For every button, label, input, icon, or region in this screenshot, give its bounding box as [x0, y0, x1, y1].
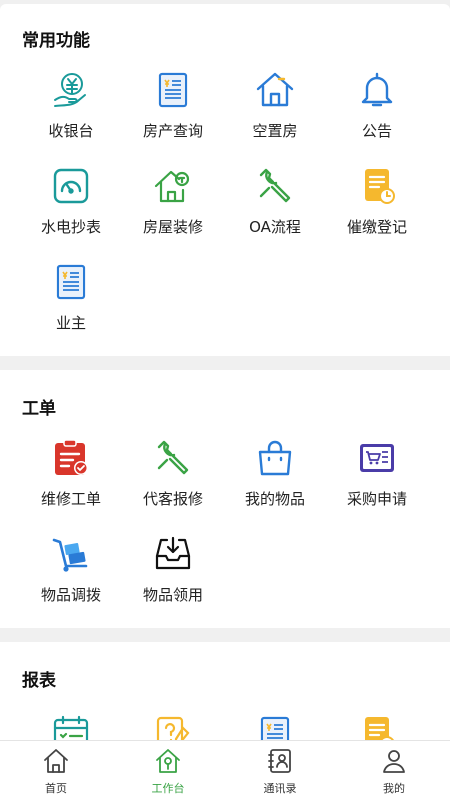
- grid-item-label: 维修工单: [40, 490, 101, 508]
- trolley-icon: [51, 534, 91, 574]
- report-item-question[interactable]: [117, 710, 229, 740]
- workbench-icon: [154, 747, 182, 775]
- question-doc-icon: [153, 714, 193, 740]
- grid-item-label: 公告: [361, 122, 392, 140]
- work-order-section: 工单 维修工单 代客报修 我的物品 采购申请 物品调拨 物品领用: [0, 370, 450, 628]
- home-icon: [42, 747, 70, 775]
- grid-item-label: 空置房: [252, 122, 298, 140]
- grid-item-vacant-house[interactable]: 空置房: [219, 66, 331, 162]
- report-item-document[interactable]: [219, 710, 331, 740]
- user-icon: [380, 747, 408, 775]
- tab-label: 工作台: [151, 782, 185, 795]
- property-query-icon: [153, 70, 193, 110]
- section-title-workorder: 工单: [22, 399, 56, 419]
- grid-item-repair-on-behalf[interactable]: 代客报修: [117, 434, 229, 530]
- grid-item-label: OA流程: [249, 218, 301, 236]
- purchase-icon: [357, 438, 397, 478]
- reports-section: 报表: [0, 642, 450, 740]
- workbench-scroll[interactable]: 常用功能 收银台 房产查询 空置房 公告 水电抄表 房屋装修 OA流程 催缴登记…: [0, 0, 450, 740]
- tab-workbench[interactable]: 工作台: [112, 741, 224, 800]
- calendar-check-icon: [51, 714, 91, 740]
- grid-item-label: 水电抄表: [40, 218, 101, 236]
- tab-label: 我的: [383, 782, 405, 795]
- payment-reminder-icon: [357, 714, 397, 740]
- bag-icon: [255, 438, 295, 478]
- report-item-calendar[interactable]: [15, 710, 127, 740]
- tab-label: 首页: [45, 782, 67, 795]
- meter-icon: [51, 166, 91, 206]
- grid-item-payment-reminder[interactable]: 催缴登记: [321, 162, 433, 258]
- grid-item-label: 采购申请: [346, 490, 407, 508]
- tab-mine[interactable]: 我的: [338, 741, 450, 800]
- grid-item-label: 催缴登记: [346, 218, 407, 236]
- grid-item-repair-order[interactable]: 维修工单: [15, 434, 127, 530]
- section-title-common: 常用功能: [22, 31, 90, 51]
- bell-icon: [357, 70, 397, 110]
- grid-item-item-transfer[interactable]: 物品调拨: [15, 530, 127, 626]
- grid-item-oa-process[interactable]: OA流程: [219, 162, 331, 258]
- document-list-icon: [255, 714, 295, 740]
- cashier-icon: [51, 70, 91, 110]
- grid-item-label: 收银台: [48, 122, 94, 140]
- grid-item-property-query[interactable]: 房产查询: [117, 66, 229, 162]
- tab-label: 通讯录: [263, 782, 297, 795]
- grid-item-label: 我的物品: [244, 490, 305, 508]
- payment-reminder-icon: [357, 166, 397, 206]
- tab-contacts[interactable]: 通讯录: [224, 741, 336, 800]
- grid-item-label: 房产查询: [142, 122, 203, 140]
- grid-item-label: 物品领用: [142, 586, 203, 604]
- grid-item-label: 代客报修: [142, 490, 203, 508]
- grid-item-label: 房屋装修: [142, 218, 203, 236]
- grid-item-owner[interactable]: 业主: [15, 258, 127, 354]
- grid-item-notice[interactable]: 公告: [321, 66, 433, 162]
- grid-item-house-decoration[interactable]: 房屋装修: [117, 162, 229, 258]
- grid-item-meter-reading[interactable]: 水电抄表: [15, 162, 127, 258]
- section-title-reports: 报表: [22, 671, 56, 691]
- grid-item-label: 业主: [55, 314, 86, 332]
- grid-item-item-requisition[interactable]: 物品领用: [117, 530, 229, 626]
- owner-icon: [51, 262, 91, 302]
- vacant-house-icon: [255, 70, 295, 110]
- bottom-tab-bar: 首页 工作台 通讯录 我的: [0, 740, 450, 800]
- tab-home[interactable]: 首页: [0, 741, 112, 800]
- common-functions-section: 常用功能 收银台 房产查询 空置房 公告 水电抄表 房屋装修 OA流程 催缴登记…: [0, 4, 450, 356]
- grid-item-purchase-request[interactable]: 采购申请: [321, 434, 433, 530]
- grid-item-label: 物品调拨: [40, 586, 101, 604]
- wrench-icon: [255, 166, 295, 206]
- repair-order-icon: [51, 438, 91, 478]
- wrench-icon: [153, 438, 193, 478]
- grid-item-my-items[interactable]: 我的物品: [219, 434, 331, 530]
- house-decoration-icon: [153, 166, 193, 206]
- inbox-icon: [153, 534, 193, 574]
- report-item-reminder[interactable]: [321, 710, 433, 740]
- contacts-icon: [266, 747, 294, 775]
- grid-item-cashier[interactable]: 收银台: [15, 66, 127, 162]
